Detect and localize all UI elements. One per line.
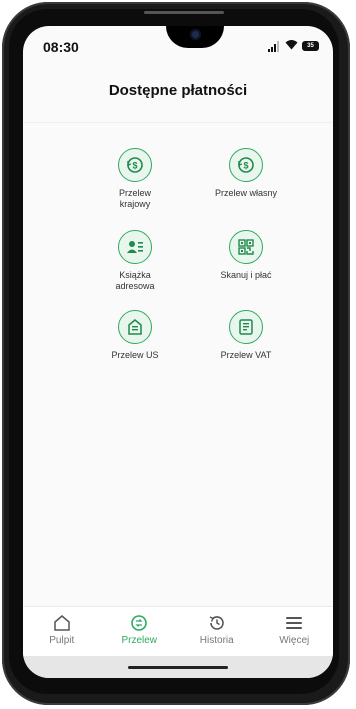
bottom-nav: Pulpit Przelew Historia Więcej <box>23 606 333 657</box>
nav-label: Historia <box>199 635 234 646</box>
dollar-refresh-icon: $ <box>118 148 152 182</box>
nav-item-historia[interactable]: Historia <box>178 607 256 657</box>
tile-label: Przelew VAT <box>220 350 272 360</box>
tile-skanuj-i-plac[interactable]: Skanuj i płać <box>191 230 301 281</box>
menu-icon <box>256 614 334 632</box>
tile-label: Przelew krajowy <box>118 188 151 209</box>
gesture-bar <box>23 656 333 678</box>
svg-text:$: $ <box>132 161 137 171</box>
home-indicator[interactable] <box>128 666 228 669</box>
tile-label: Przelew US <box>111 350 159 360</box>
screen: 08:30 35 Dostępne płatności $ Przelew kr… <box>23 26 333 678</box>
status-icons: 35 <box>268 39 319 53</box>
tile-przelew-krajowy[interactable]: $ Przelew krajowy <box>80 148 190 210</box>
phone-speaker <box>144 11 224 14</box>
svg-text:$: $ <box>243 161 248 171</box>
transfer-icon <box>101 614 179 632</box>
tile-przelew-vat[interactable]: Przelew VAT <box>191 310 301 361</box>
page-header: Dostępne płatności <box>23 82 333 112</box>
history-icon <box>178 614 256 632</box>
tile-label: Przelew własny <box>214 188 278 198</box>
dollar-refresh-icon: $ <box>229 148 263 182</box>
nav-label: Przelew <box>121 635 158 646</box>
camera-icon <box>190 29 201 40</box>
tile-przelew-wlasny[interactable]: $ Przelew własny <box>191 148 301 199</box>
qr-code-icon <box>229 230 263 264</box>
document-icon <box>229 310 263 344</box>
header-divider <box>23 122 333 123</box>
contact-card-icon <box>118 230 152 264</box>
nav-item-przelew[interactable]: Przelew <box>101 607 179 657</box>
home-icon <box>23 614 101 632</box>
wifi-icon <box>285 39 298 53</box>
status-time: 08:30 <box>43 39 79 55</box>
tile-ksiazka-adresowa[interactable]: Książka adresowa <box>80 230 190 292</box>
nav-label: Pulpit <box>49 635 75 646</box>
battery-level: 35 <box>307 43 314 49</box>
page-title: Dostępne płatności <box>108 82 248 99</box>
signal-icon <box>268 40 281 52</box>
nav-label: Więcej <box>279 635 310 646</box>
nav-item-pulpit[interactable]: Pulpit <box>23 607 101 657</box>
tile-label: Książka adresowa <box>115 270 155 291</box>
nav-item-wiecej[interactable]: Więcej <box>256 607 334 657</box>
tile-przelew-us[interactable]: Przelew US <box>80 310 190 361</box>
tile-label: Skanuj i płać <box>220 270 272 280</box>
battery-icon: 35 <box>302 41 319 51</box>
tax-office-icon <box>118 310 152 344</box>
